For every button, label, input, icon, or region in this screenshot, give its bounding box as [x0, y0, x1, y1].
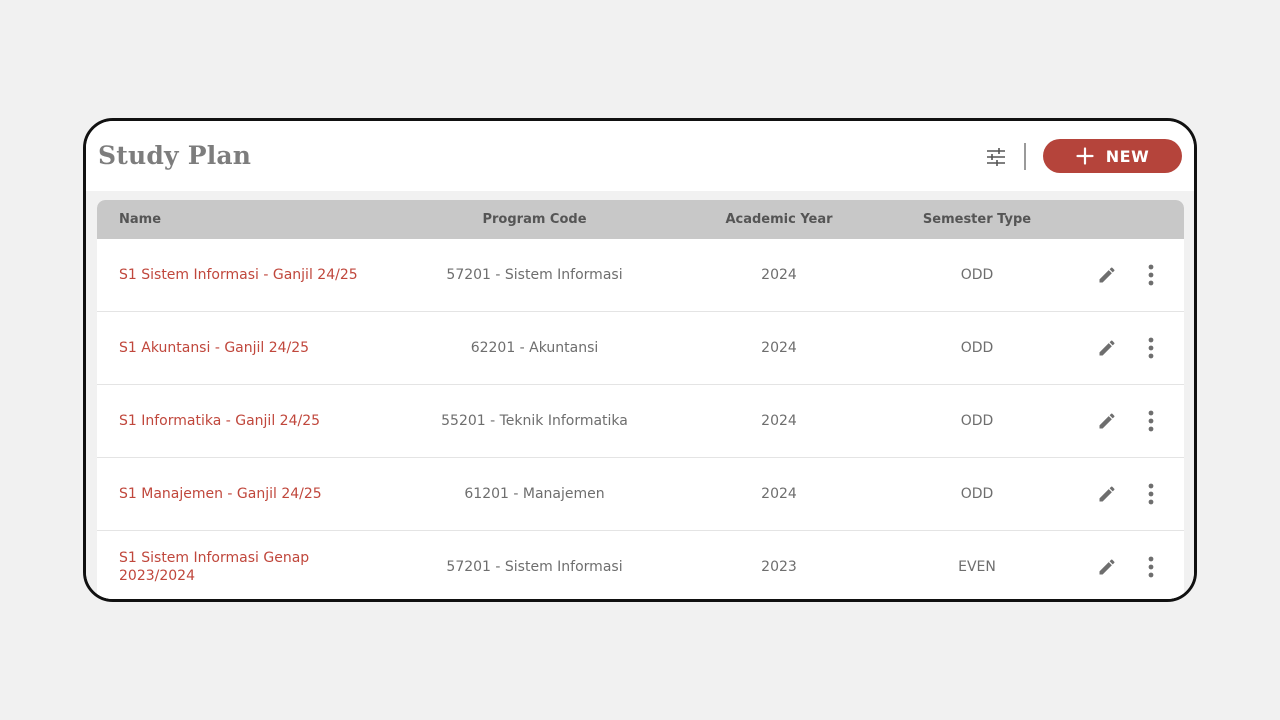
semester-type-cell: EVEN — [958, 559, 996, 575]
table-header: Name Program Code Academic Year Semester… — [97, 200, 1184, 239]
more-options-button[interactable] — [1143, 264, 1159, 286]
column-header-program-code[interactable]: Program Code — [426, 200, 643, 239]
program-code-cell: 61201 - Manajemen — [464, 486, 605, 502]
study-plan-table: Name Program Code Academic Year Semester… — [97, 200, 1184, 599]
program-code-cell: 57201 - Sistem Informasi — [446, 267, 623, 283]
more-vertical-icon — [1148, 483, 1154, 505]
table-row: S1 Manajemen - Ganjil 24/25 61201 - Mana… — [97, 458, 1184, 531]
academic-year-cell: 2024 — [761, 486, 797, 502]
edit-button[interactable] — [1097, 265, 1117, 285]
table-row: S1 Sistem Informasi Genap 2023/2024 5720… — [97, 531, 1184, 599]
study-plan-card: Study Plan NEW Name Program Code Academi… — [83, 118, 1197, 602]
more-options-button[interactable] — [1143, 410, 1159, 432]
more-options-button[interactable] — [1143, 337, 1159, 359]
edit-button[interactable] — [1097, 411, 1117, 431]
table-row: S1 Sistem Informasi - Ganjil 24/25 57201… — [97, 239, 1184, 312]
column-header-name[interactable]: Name — [119, 200, 161, 239]
pencil-icon — [1099, 267, 1115, 283]
card-header: Study Plan NEW — [86, 121, 1194, 191]
header-divider — [1024, 143, 1026, 170]
pencil-icon — [1099, 340, 1115, 356]
academic-year-cell: 2024 — [761, 267, 797, 283]
semester-type-cell: ODD — [960, 267, 994, 283]
program-code-cell: 57201 - Sistem Informasi — [446, 559, 623, 575]
academic-year-cell: 2024 — [761, 340, 797, 356]
page-title: Study Plan — [98, 141, 252, 170]
study-plan-name-link[interactable]: S1 Sistem Informasi Genap 2023/2024 — [119, 531, 384, 599]
study-plan-name-link[interactable]: S1 Informatika - Ganjil 24/25 — [119, 385, 384, 457]
academic-year-cell: 2023 — [761, 559, 797, 575]
study-plan-name-link[interactable]: S1 Akuntansi - Ganjil 24/25 — [119, 312, 384, 384]
column-header-academic-year[interactable]: Academic Year — [698, 200, 860, 239]
new-button-label: NEW — [1105, 146, 1150, 166]
pencil-icon — [1099, 413, 1115, 429]
more-vertical-icon — [1148, 264, 1154, 286]
study-plan-name-link[interactable]: S1 Manajemen - Ganjil 24/25 — [119, 458, 384, 530]
column-header-semester-type[interactable]: Semester Type — [902, 200, 1052, 239]
sliders-icon — [987, 148, 1005, 166]
pencil-icon — [1099, 486, 1115, 502]
edit-button[interactable] — [1097, 557, 1117, 577]
semester-type-cell: ODD — [960, 413, 994, 429]
more-options-button[interactable] — [1143, 483, 1159, 505]
table-row: S1 Akuntansi - Ganjil 24/25 62201 - Akun… — [97, 312, 1184, 385]
filter-button[interactable] — [984, 145, 1008, 169]
edit-button[interactable] — [1097, 338, 1117, 358]
study-plan-name-link[interactable]: S1 Sistem Informasi - Ganjil 24/25 — [119, 239, 384, 311]
new-button[interactable]: NEW — [1043, 139, 1182, 173]
semester-type-cell: ODD — [960, 340, 994, 356]
more-options-button[interactable] — [1143, 556, 1159, 578]
more-vertical-icon — [1148, 337, 1154, 359]
table-area: Name Program Code Academic Year Semester… — [86, 191, 1194, 599]
more-vertical-icon — [1148, 410, 1154, 432]
semester-type-cell: ODD — [960, 486, 994, 502]
edit-button[interactable] — [1097, 484, 1117, 504]
table-row: S1 Informatika - Ganjil 24/25 55201 - Te… — [97, 385, 1184, 458]
pencil-icon — [1099, 559, 1115, 575]
program-code-cell: 62201 - Akuntansi — [470, 340, 599, 356]
plus-icon — [1076, 147, 1094, 165]
academic-year-cell: 2024 — [761, 413, 797, 429]
program-code-cell: 55201 - Teknik Informatika — [441, 413, 628, 429]
more-vertical-icon — [1148, 556, 1154, 578]
